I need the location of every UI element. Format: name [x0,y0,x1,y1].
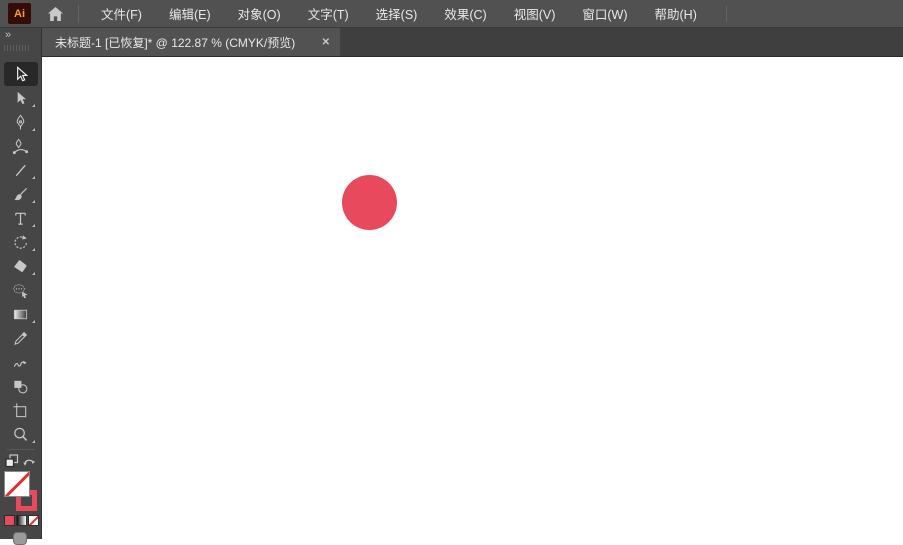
menu-item-type[interactable]: 文字(T) [301,4,356,23]
menu-item-select[interactable]: 选择(S) [369,4,425,23]
toolbar-grip-handle[interactable] [4,45,30,51]
paintbrush-icon [14,187,28,200]
line-segment-tool[interactable] [4,158,38,182]
none-fill-diagonal [5,472,29,496]
menu-bar: Ai 文件(F) 编辑(E) 对象(O) 文字(T) 选择(S) 效果(C) 视… [0,0,903,28]
gradient-tool[interactable] [4,302,38,326]
gradient-icon [13,309,28,319]
gradient-swatch-button[interactable] [16,515,27,526]
selection-arrow-icon [17,65,29,81]
eyedropper-icon [14,331,28,345]
color-mode-buttons [4,515,41,526]
flyout-indicator [31,200,35,203]
comment-bubble-icon [13,283,28,298]
shaper-tool[interactable] [4,350,38,374]
menu-items: 文件(F) 编辑(E) 对象(O) 文字(T) 选择(S) 效果(C) 视图(V… [94,4,717,23]
flyout-indicator [31,128,35,131]
paintbrush-tool[interactable] [4,182,38,206]
flyout-indicator [31,440,35,443]
line-icon [15,164,26,176]
rotate-tool[interactable] [4,230,38,254]
comment-tool[interactable] [4,278,38,302]
pen-icon [16,114,25,130]
artboard-shape-ellipse[interactable] [342,175,397,230]
pen-tool[interactable] [4,110,38,134]
curvature-icon [12,138,29,154]
menubar-divider-right [725,5,727,22]
artboard-icon [13,402,27,417]
artboard-tool[interactable] [4,398,38,422]
document-tab[interactable]: 未标题-1 [已恢复]* @ 122.87 % (CMYK/预览) ✕ [42,28,340,56]
menu-item-object[interactable]: 对象(O) [231,4,288,23]
menu-item-view[interactable]: 视图(V) [507,4,563,23]
shape-builder-tool[interactable] [4,374,38,398]
swap-fill-stroke-icon[interactable] [22,454,36,468]
default-fill-stroke-icon[interactable] [5,454,19,468]
curvature-tool[interactable] [4,134,38,158]
direct-selection-icon [17,91,26,104]
flyout-indicator [31,224,35,227]
menu-item-edit[interactable]: 编辑(E) [162,4,218,23]
artboard-canvas[interactable] [42,57,903,539]
menu-item-effect[interactable]: 效果(C) [437,4,493,23]
type-tool[interactable] [4,206,38,230]
rotate-icon [14,234,27,249]
direct-selection-tool[interactable] [4,86,38,110]
home-button[interactable] [44,3,66,25]
eraser-tool[interactable] [4,254,38,278]
zoom-icon [14,427,28,441]
type-icon [15,212,26,225]
app-logo-icon[interactable]: Ai [8,3,31,24]
zoom-tool[interactable] [4,422,38,446]
shaper-icon [13,360,27,367]
menu-item-window[interactable]: 窗口(W) [575,4,634,23]
selection-tool[interactable] [3,62,38,86]
eraser-icon [14,259,27,272]
fill-color-indicator[interactable] [4,471,30,497]
color-swatch-button[interactable] [4,515,15,526]
flyout-indicator [31,272,35,275]
flyout-indicator [31,104,35,107]
flyout-indicator [31,320,35,323]
tools-panel: » [0,28,42,545]
tool-list [0,62,41,446]
document-tab-bar: 未标题-1 [已恢复]* @ 122.87 % (CMYK/预览) ✕ [42,28,903,57]
none-diagonal [29,516,38,525]
flyout-indicator [31,248,35,251]
document-tab-title: 未标题-1 [已恢复]* @ 122.87 % (CMYK/预览) [55,35,296,50]
home-icon [47,6,63,21]
menu-item-help[interactable]: 帮助(H) [648,4,704,23]
collapse-toolbar-icon[interactable]: » [0,28,41,42]
tab-close-icon[interactable]: ✕ [322,37,330,48]
toolbar-divider [6,449,35,450]
none-swatch-button[interactable] [28,515,39,526]
menu-item-file[interactable]: 文件(F) [94,4,149,23]
fill-stroke-indicator [2,471,40,511]
shape-builder-icon [14,380,28,393]
eyedropper-tool[interactable] [4,326,38,350]
flyout-indicator [31,176,35,179]
menubar-divider [78,4,79,23]
